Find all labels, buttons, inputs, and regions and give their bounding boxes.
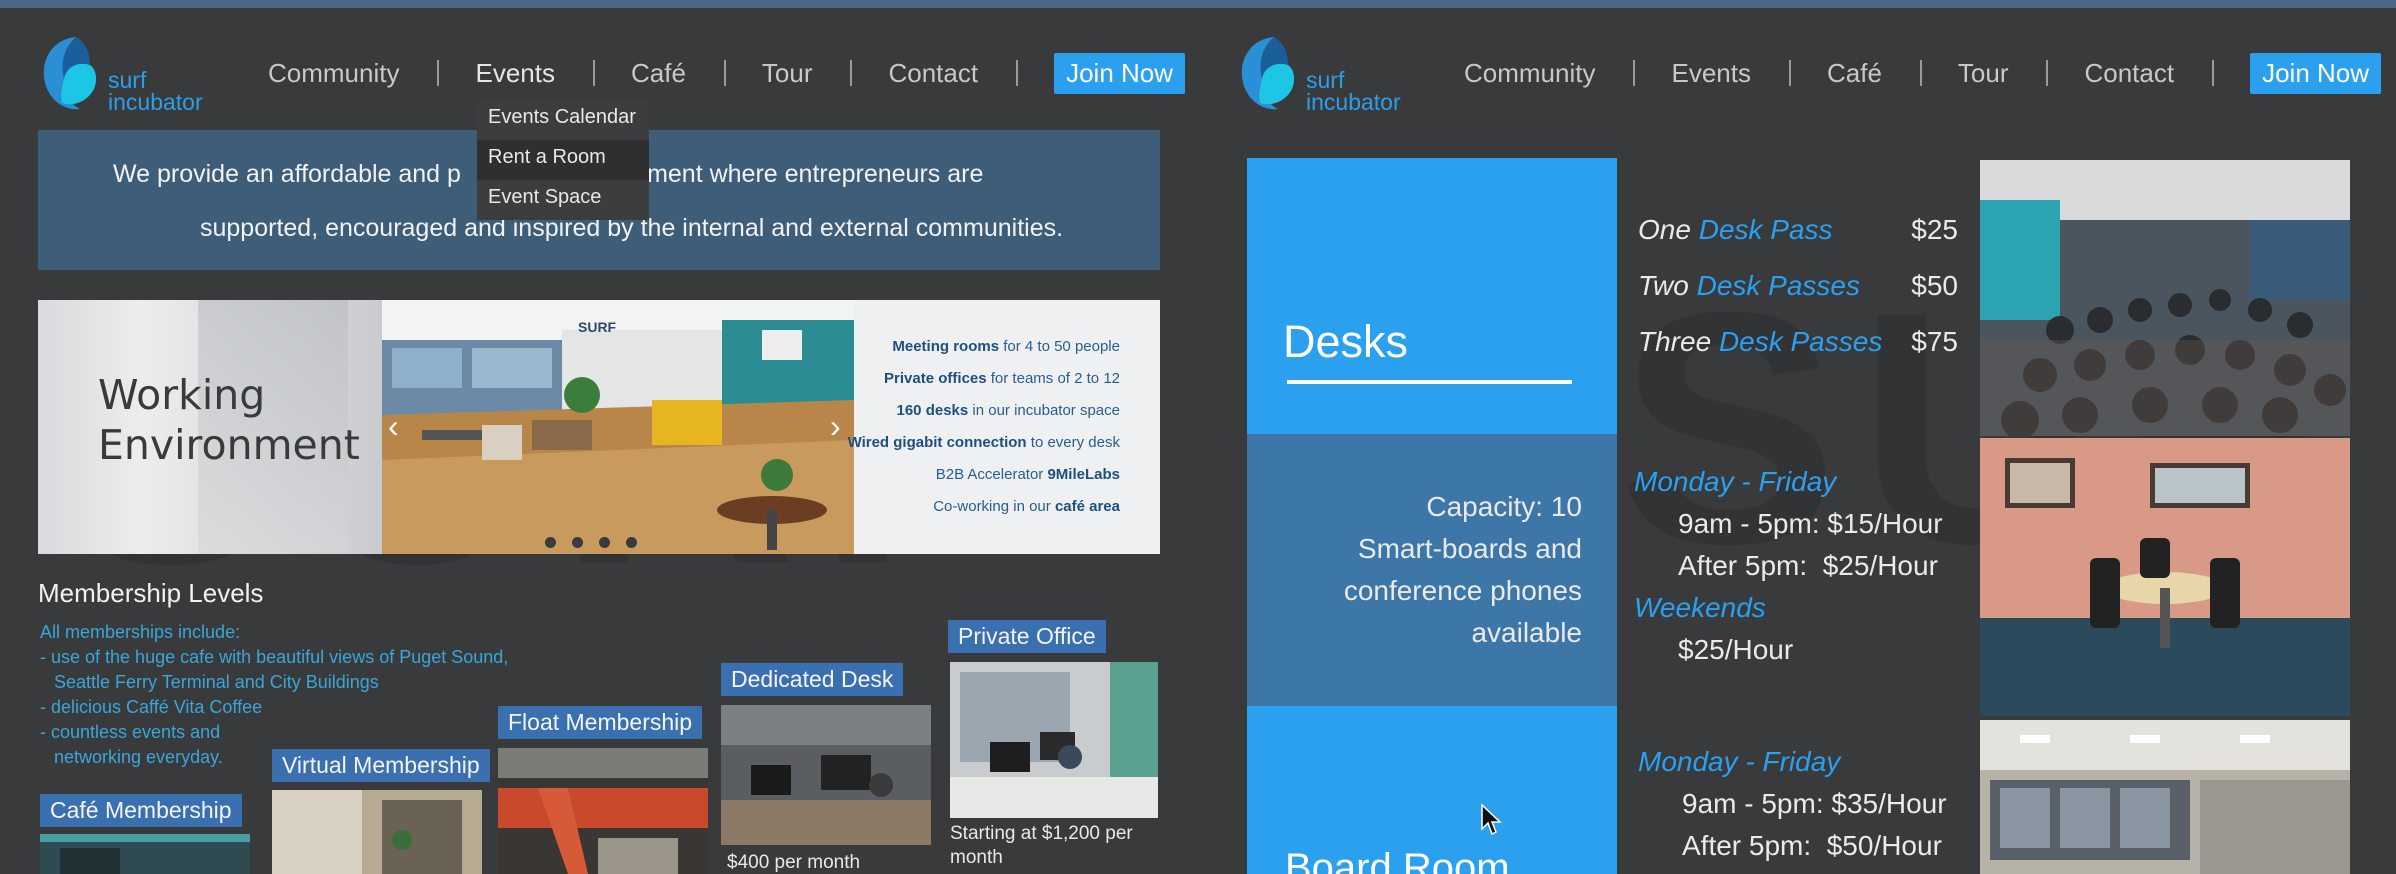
nav-divider [1919,60,1922,86]
tier-private-office[interactable]: Private Office [948,620,1106,653]
schedule-line: After 5pm: $50/Hour [1682,830,1942,861]
dedicated-desk-photo [721,705,931,845]
feature-line: B2B Accelerator 9MileLabs [935,466,1120,483]
cafe-photo [40,834,250,874]
main-nav: Community Events Café Tour Contact Join … [1464,52,2382,94]
rent-a-room-panel: SURF surf incubator Community Events Caf… [1198,8,2396,874]
board-room-title: Board Room [1285,846,1510,874]
home-page-panel: SURF surf incubator Community Events Caf… [0,8,1190,874]
slide-features-panel: Meeting rooms for 4 to 50 people Private… [848,300,1160,554]
nav-contact[interactable]: Contact [2084,58,2212,89]
nav-events[interactable]: Events [1671,58,1789,89]
board-room-photo [1980,720,2350,874]
svg-text:SURF: SURF [578,319,617,335]
desk-passes-link[interactable]: Desk Passes [1719,326,1882,357]
wave-logo-icon [1241,37,1295,110]
feature-line: Private offices for teams of 2 to 12 [884,370,1120,387]
tier-dedicated-desk[interactable]: Dedicated Desk [721,663,904,696]
membership-includes-list: All memberships include: - use of the hu… [40,622,509,767]
mission-line1-end: ronment where entrepreneurs are [610,160,984,188]
float-space-photo [498,748,708,874]
slider-dot[interactable] [545,537,556,548]
feature-line: Meeting rooms for 4 to 50 people [892,338,1120,355]
nav-divider [723,60,726,86]
capacity-text: Capacity: 10 Smart-boards and conference… [1343,491,1582,648]
join-now-button[interactable]: Join Now [2250,52,2382,94]
surf-incubator-logo[interactable]: surf incubator [1238,33,1428,119]
surf-incubator-logo[interactable]: surf incubator [40,33,230,119]
tier-cafe-membership[interactable]: Café Membership [40,794,242,827]
title-underline [1287,380,1572,384]
membership-levels-title: Membership Levels [38,578,264,608]
mission-line1-start: We provide an affordable and p [113,160,461,188]
conference-room-photo [1980,438,2350,716]
price-row-two-desks: Two Desk Passes $50 [1638,270,1958,301]
dropdown-item-events-calendar[interactable]: Events Calendar [477,100,649,140]
mouse-cursor-icon [1481,803,1502,836]
price-row-three-desks: Three Desk Passes $75 [1638,326,1958,357]
nav-divider [1788,60,1791,86]
slider-dot[interactable] [626,537,637,548]
schedule-line: 9am - 5pm: $35/Hour [1682,788,1947,819]
nav-events[interactable]: Events [475,58,593,89]
schedule-weekday-heading: Monday - Friday [1634,466,1837,497]
chevron-right-icon[interactable]: › [830,408,841,445]
nav-cafe[interactable]: Café [631,58,724,89]
nav-divider [437,60,440,86]
event-audience-photo [1980,160,2350,436]
nav-divider [592,60,595,86]
virtual-office-photo [272,790,482,874]
nav-cafe[interactable]: Café [1827,58,1920,89]
nav-community[interactable]: Community [1464,58,1633,89]
nav-divider [1633,60,1636,86]
dropdown-item-event-space[interactable]: Event Space [477,180,649,220]
nav-community[interactable]: Community [268,58,437,89]
feature-line: Wired gigabit connection to every desk [847,434,1120,451]
main-nav: Community Events Café Tour Contact Join … [268,52,1186,94]
office-lobby-photo: SURF [382,300,854,554]
board-room-header[interactable]: Board Room [1247,706,1617,874]
nav-contact[interactable]: Contact [888,58,1016,89]
nav-divider [1016,60,1019,86]
feature-line: Co-working in our café area [933,498,1120,515]
schedule-line: 9am - 5pm: $15/Hour [1678,508,1943,539]
schedule-weekday-heading: Monday - Friday [1638,746,1841,777]
private-office-price: Starting at $1,200 per month [950,823,1133,868]
slide-heading: Working Environment [98,371,360,469]
working-environment-slider: Working Environment SURF ‹ › Meeting roo… [38,300,1160,554]
schedule-line: $25/Hour [1678,634,1794,665]
feature-line: 160 desks in our incubator space [896,402,1121,419]
tier-float-membership[interactable]: Float Membership [498,706,703,739]
desk-passes-link[interactable]: Desk Passes [1697,270,1860,301]
capacity-panel: Capacity: 10 Smart-boards and conference… [1247,434,1617,706]
events-dropdown-menu: Events Calendar Rent a Room Event Space [477,100,649,220]
chevron-left-icon[interactable]: ‹ [388,408,399,445]
desks-title: Desks [1283,316,1409,367]
dropdown-item-rent-a-room[interactable]: Rent a Room [477,140,649,180]
logo-word-incubator: incubator [1306,89,1401,115]
schedule-weekend-heading: Weekends [1634,592,1766,623]
desk-pass-link[interactable]: Desk Pass [1699,214,1833,245]
top-stripe [0,0,2396,8]
wave-logo-icon [43,37,97,110]
private-office-photo [950,662,1158,818]
slide-left-panel: Working Environment [38,300,382,554]
price-row-one-desk: One Desk Pass $25 [1638,214,1958,245]
nav-divider [850,60,853,86]
nav-divider [2212,60,2215,86]
room-types-column: Desks Capacity: 10 Smart-boards and conf… [1247,158,1617,874]
slider-dot[interactable] [599,537,610,548]
tier-virtual-membership[interactable]: Virtual Membership [272,749,490,782]
logo-word-incubator: incubator [108,89,203,115]
nav-tour[interactable]: Tour [1958,58,2047,89]
slider-dot[interactable] [572,537,583,548]
schedule-line: After 5pm: $25/Hour [1678,550,1938,581]
join-now-button[interactable]: Join Now [1054,52,1186,94]
desks-header[interactable]: Desks [1247,158,1617,434]
dedicated-desk-price: $400 per month [727,852,861,873]
nav-divider [2046,60,2049,86]
slider-dots [545,537,637,548]
nav-tour[interactable]: Tour [762,58,851,89]
